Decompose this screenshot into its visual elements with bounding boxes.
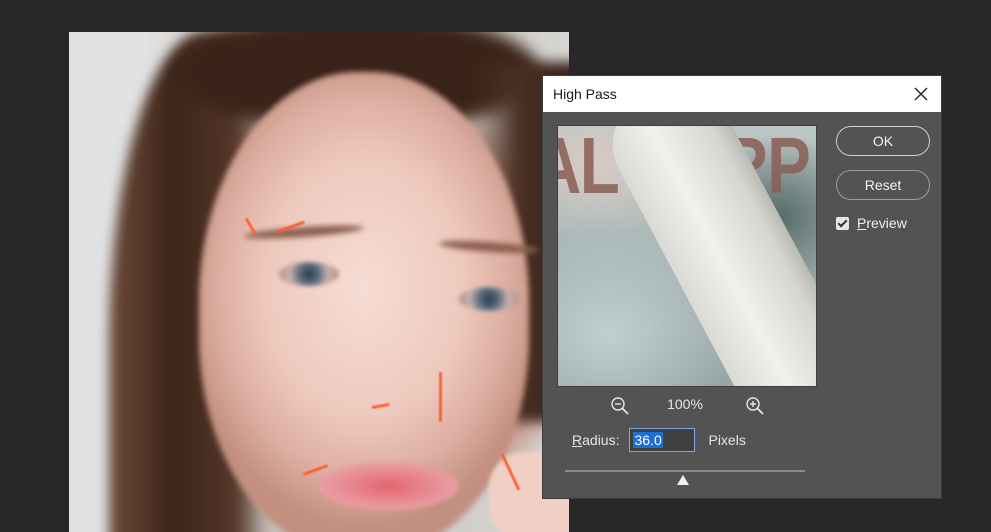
preview-label: Preview [857,215,907,231]
radius-row: Radius: 36.0 Pixels [572,428,746,452]
high-pass-dialog: High Pass AL PURP 100% OK Reset Preview [542,75,942,499]
radius-slider-track[interactable] [565,470,805,472]
zoom-in-button[interactable] [744,395,766,417]
zoom-out-button[interactable] [609,395,631,417]
color-fringe [439,372,442,422]
lips [319,462,459,510]
left-eye [279,262,339,286]
zoom-in-icon [746,397,764,415]
ok-button[interactable]: OK [836,126,930,156]
radius-value: 36.0 [633,432,663,448]
right-eye [459,287,519,311]
radius-slider-thumb[interactable] [676,475,689,485]
radius-label-rest: adius: [582,432,620,448]
preview-toggle[interactable]: Preview [836,215,907,231]
dialog-titlebar[interactable]: High Pass [543,76,941,112]
canvas-image[interactable] [69,32,569,532]
radius-input[interactable]: 36.0 [629,428,696,452]
close-icon [914,87,928,101]
radius-label: Radius: [572,432,619,448]
close-button[interactable] [909,82,933,106]
filter-preview-window[interactable]: AL PURP [557,125,817,387]
zoom-level: 100% [667,396,703,412]
preview-checkbox[interactable] [836,216,849,230]
preview-label-mnemonic: P [857,215,867,231]
radius-label-mnemonic: R [572,432,583,448]
dialog-title: High Pass [553,86,617,102]
zoom-out-icon [611,397,629,415]
radius-unit: Pixels [708,432,746,448]
reset-button[interactable]: Reset [836,170,930,200]
preview-label-rest: review [866,215,907,231]
